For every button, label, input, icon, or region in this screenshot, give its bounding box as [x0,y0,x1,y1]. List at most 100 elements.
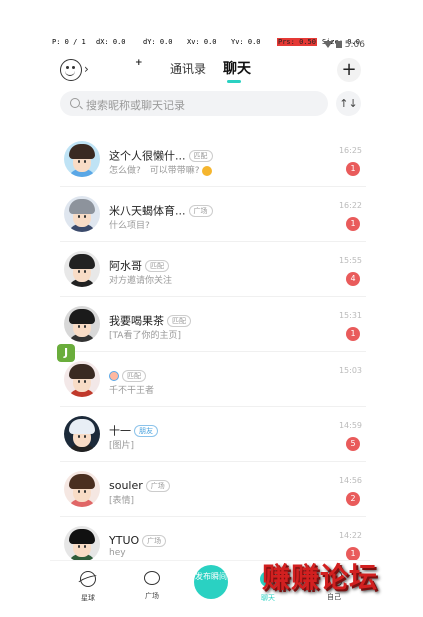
chat-name: YTUO [109,534,140,547]
nav-square-label: 广场 [145,592,159,600]
chat-preview-text: [表情] [109,496,135,506]
unread-badge: 1 [346,327,360,341]
chat-name: souler [109,479,143,492]
avatar[interactable] [64,471,100,507]
chat-preview: 怎么做? 可以带带嘛? [109,163,212,176]
planet-icon [80,571,96,587]
nav-planet-label: 星球 [81,594,95,602]
chat-time: 15:03 [338,366,362,375]
source-tag: 匹配 [145,259,169,272]
source-tag: 朋友 [134,424,158,437]
chat-preview-text: 怎么做? 可以带带嘛? [109,166,200,176]
source-tag: 匹配 [167,314,191,327]
unread-badge: 1 [346,217,360,231]
chat-name-line: 我要喝果茶 匹配 [109,310,191,328]
chat-preview: 什么项目? [109,218,150,231]
chat-preview-text: [TA看了你的主页] [109,331,181,341]
avatar[interactable] [64,416,100,452]
tab-contacts[interactable]: 通讯录 [170,60,206,77]
debug-dy: dY: 0.0 [143,38,173,46]
debug-dx: dX: 0.0 [96,38,126,46]
avatar[interactable] [64,196,100,232]
chat-row[interactable]: souler 广场 [表情] 14:56 2 [60,461,366,516]
unread-badge: 2 [346,492,360,506]
chat-row[interactable]: 我要喝果茶 匹配 [TA看了你的主页] 15:31 1 [60,296,366,351]
debug-p: P: 0 / 1 [52,38,86,46]
chat-row[interactable]: 这个人很懒什... 匹配 怎么做? 可以带带嘛? 16:25 1 [60,132,366,186]
chat-preview: [TA看了你的主页] [109,328,181,341]
chevron-right-icon[interactable]: › [84,62,89,76]
chat-row[interactable]: 米八天蝎体育... 广场 什么项目? 16:22 1 [60,186,366,241]
chat-time: 14:59 [338,421,362,430]
smile-emoji-icon [201,165,212,176]
chat-list: 这个人很懒什... 匹配 怎么做? 可以带带嘛? 16:25 1 米八天蝎体育..… [60,132,366,571]
tab-chat[interactable]: 聊天 [223,58,251,78]
avatar[interactable] [64,306,100,342]
chat-preview-text: 对方邀请你关注 [109,276,173,286]
debug-xv: Xv: 0.0 [187,38,217,46]
chat-time: 14:56 [338,476,362,485]
chat-name-line: 匹配 [109,365,146,382]
search-icon [70,98,80,108]
chat-preview-text: hey [109,548,126,558]
chat-name-line: 米八天蝎体育... 广场 [109,200,213,218]
chat-preview-text: [图片] [109,441,135,451]
top-bar: + › 通讯录 聊天 + [0,56,423,84]
status-time: 5:06 [344,40,365,50]
source-tag: 广场 [145,479,170,492]
floating-badge-icon[interactable]: J [57,344,75,362]
chat-name: 阿水哥 [109,259,142,273]
active-tab-indicator [227,80,241,83]
watermark: 赚赚论坛 [262,561,379,594]
mood-face-icon[interactable]: + [60,59,143,81]
search-bar[interactable]: 搜索昵称或聊天记录 [60,91,328,116]
chat-preview: [图片] [109,438,134,451]
add-button[interactable]: + [337,58,361,82]
chat-preview-text: 千不干王者 [109,386,155,396]
chat-row[interactable]: 十一 朋友 [图片] 14:59 5 [60,406,366,461]
unread-badge: 4 [346,272,360,286]
avatar[interactable] [64,141,100,177]
nav-planet[interactable]: 星球 [68,571,108,603]
avatar[interactable] [64,526,100,562]
chat-time: 15:55 [338,256,362,265]
chat-name-line: 十一 朋友 [109,420,158,438]
avatar[interactable] [64,251,100,287]
avatar[interactable] [64,361,100,397]
sort-icon[interactable]: ↑↓ [336,91,361,116]
chat-name: 这个人很懒什... [109,149,186,163]
chat-preview: 对方邀请你关注 [109,273,172,286]
chat-time: 14:22 [338,531,362,540]
chat-preview: [表情] [109,493,134,506]
chat-name-line: souler 广场 [109,475,170,492]
chat-name-line: 阿水哥 匹配 [109,255,169,273]
chat-preview: hey [109,548,126,558]
signal-icon [335,41,342,48]
chat-time: 16:22 [338,201,362,210]
debug-prs: Prs: 0.50 [277,38,317,46]
nav-square[interactable]: 广场 [132,571,172,601]
unread-badge: 5 [346,437,360,451]
chat-row[interactable]: 阿水哥 匹配 对方邀请你关注 15:55 4 [60,241,366,296]
wifi-icon [322,41,333,48]
source-tag: 匹配 [122,369,146,382]
chat-preview-text: 什么项目? [109,221,150,231]
chat-row[interactable]: 匹配 千不干王者 15:03 [60,351,366,406]
chat-name: 我要喝果茶 [109,314,164,328]
chat-time: 15:31 [338,311,362,320]
debug-yv: Yv: 0.0 [231,38,261,46]
chat-name: 十一 [109,424,131,438]
chat-name: 米八天蝎体育... [109,204,186,218]
source-tag: 广场 [188,204,213,217]
chat-time: 16:25 [338,146,362,155]
status-bar: 5:06 [322,40,365,50]
cat-face-icon [144,571,160,585]
emoji-name-icon [109,370,119,381]
search-placeholder: 搜索昵称或聊天记录 [86,99,185,112]
chat-name-line: YTUO 广场 [109,530,167,547]
source-tag: 匹配 [188,149,213,162]
source-tag: 广场 [142,534,167,547]
chat-name-line: 这个人很懒什... 匹配 [109,145,213,163]
chat-preview: 千不干王者 [109,383,154,396]
publish-moment-button[interactable]: 发布瞬间 [194,565,228,599]
